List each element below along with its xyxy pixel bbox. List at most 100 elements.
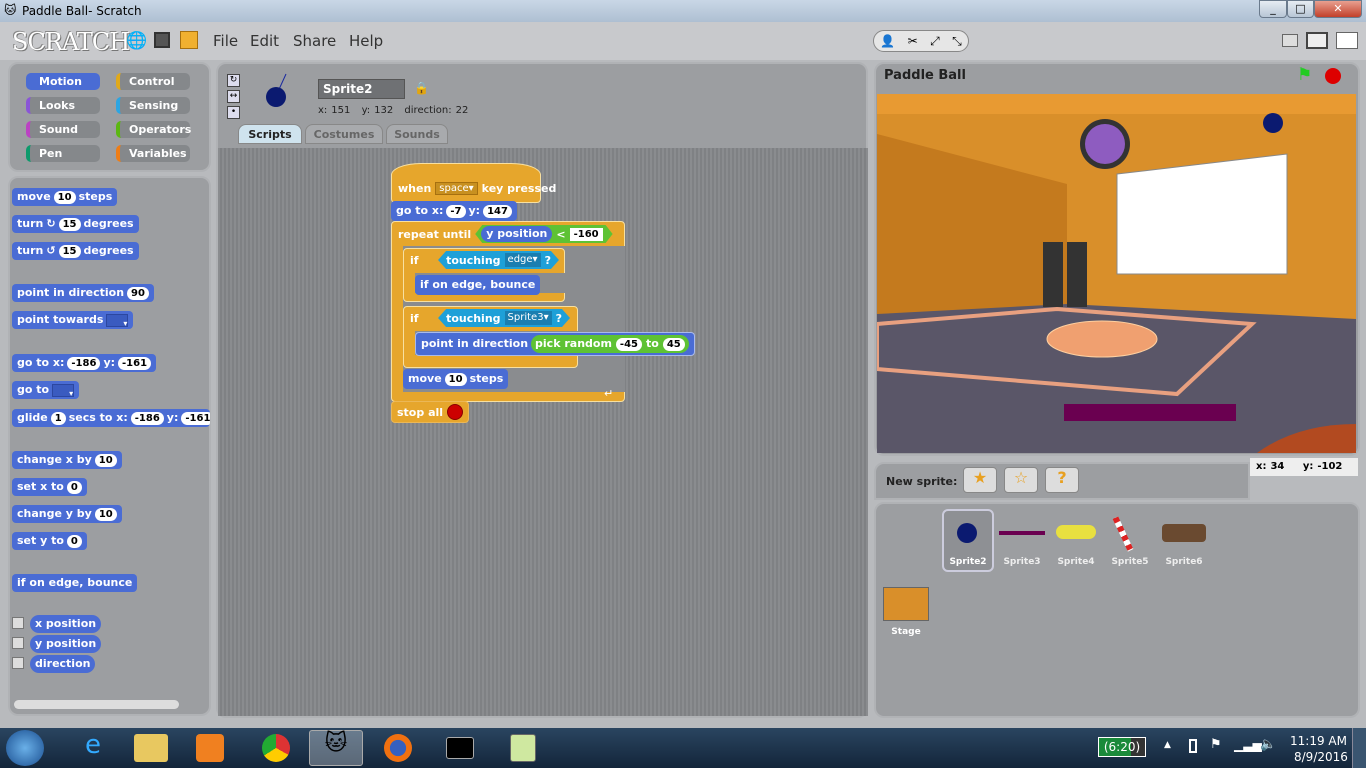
category-variables[interactable]: Variables bbox=[116, 145, 190, 162]
scratch-taskbar-icon[interactable]: 🐱 bbox=[309, 730, 363, 766]
sprite-name-field[interactable]: Sprite2 bbox=[318, 79, 405, 99]
menu-edit[interactable]: Edit bbox=[250, 32, 279, 50]
sprite-item-sprite3[interactable]: Sprite3 bbox=[996, 557, 1048, 567]
if-2-header: if touching Sprite3▾? bbox=[405, 308, 575, 328]
category-operators[interactable]: Operators bbox=[116, 121, 191, 138]
shrink-icon[interactable]: ⤡ bbox=[952, 34, 962, 49]
notepad-plus-icon[interactable] bbox=[510, 734, 536, 762]
block-change-y[interactable]: change y by 10 bbox=[12, 505, 122, 523]
reporter-x-position[interactable]: x position bbox=[30, 615, 102, 633]
chrome-icon[interactable] bbox=[262, 734, 290, 762]
no-rotate-icon[interactable]: • bbox=[227, 106, 240, 119]
category-pen[interactable]: Pen bbox=[26, 145, 100, 162]
less-than-operator[interactable]: y position < -160 bbox=[475, 225, 612, 243]
block-point-towards[interactable]: point towards ▾ bbox=[12, 311, 134, 329]
sprite-item-sprite5[interactable]: Sprite5 bbox=[1104, 557, 1156, 567]
block-go-to-xy[interactable]: go to x: -186 y: -161 bbox=[12, 354, 157, 372]
green-flag-icon[interactable]: ⚑ bbox=[1297, 65, 1312, 85]
clock-time[interactable]: 11:19 AM bbox=[1290, 734, 1347, 748]
block-if-on-edge-bounce[interactable]: if on edge, bounce bbox=[12, 574, 138, 592]
checkbox-x-position[interactable] bbox=[12, 617, 24, 629]
presentation-mode-icon[interactable] bbox=[1336, 32, 1358, 49]
close-button[interactable]: ✕ bbox=[1314, 0, 1362, 18]
normal-stage-icon[interactable] bbox=[1306, 32, 1328, 49]
block-turn-right[interactable]: turn ↻ 15 degrees bbox=[12, 215, 139, 233]
ie-icon[interactable]: e bbox=[66, 730, 120, 766]
dropdown[interactable]: ▾ bbox=[52, 383, 75, 398]
globe-icon[interactable]: 🌐 bbox=[126, 31, 147, 51]
checkbox-y-position[interactable] bbox=[12, 637, 24, 649]
block-point-in-direction[interactable]: point in direction 90 bbox=[12, 284, 154, 302]
ball-sprite bbox=[1263, 113, 1283, 133]
sprite-item-sprite4[interactable]: Sprite4 bbox=[1050, 557, 1102, 567]
maximize-button[interactable]: □ bbox=[1287, 0, 1314, 18]
cmd-icon[interactable] bbox=[446, 737, 474, 759]
block-move[interactable]: move 10 steps bbox=[12, 188, 118, 206]
go-to-xy-block[interactable]: go to x: -7 y: 147 bbox=[391, 201, 517, 221]
explorer-icon[interactable] bbox=[134, 734, 168, 762]
share-icon[interactable] bbox=[180, 31, 198, 49]
lock-icon[interactable]: 🔒 bbox=[414, 81, 429, 95]
tab-costumes[interactable]: Costumes bbox=[305, 124, 383, 144]
choose-sprite-button[interactable]: ☆ bbox=[1004, 467, 1038, 493]
menu-help[interactable]: Help bbox=[349, 32, 383, 50]
bounce-block[interactable]: if on edge, bounce bbox=[415, 275, 541, 295]
show-desktop-button[interactable] bbox=[1352, 728, 1366, 768]
palette-scrollbar[interactable] bbox=[14, 700, 179, 709]
duplicate-icon[interactable]: 👤 bbox=[880, 34, 895, 48]
media-player-icon[interactable] bbox=[196, 734, 224, 762]
category-sensing[interactable]: Sensing bbox=[116, 97, 190, 114]
category-motion[interactable]: Motion bbox=[26, 73, 100, 90]
menu-file[interactable]: File bbox=[213, 32, 238, 50]
sprite2-thumb bbox=[957, 523, 977, 543]
category-sound[interactable]: Sound bbox=[26, 121, 100, 138]
random-sprite-button[interactable]: ? bbox=[1045, 467, 1079, 493]
small-stage-icon[interactable] bbox=[1282, 34, 1298, 47]
stop-all-block[interactable]: stop all bbox=[391, 401, 470, 423]
touching-edge-block[interactable]: touching edge▾? bbox=[438, 251, 559, 269]
rotate-style-icon[interactable]: ↻ bbox=[227, 74, 240, 87]
touching-sprite3-block[interactable]: touching Sprite3▾? bbox=[438, 309, 570, 327]
minimize-button[interactable]: _ bbox=[1259, 0, 1287, 18]
battery-indicator[interactable]: (6:20) bbox=[1098, 737, 1146, 757]
when-key-pressed-block[interactable]: when space▾ key pressed bbox=[393, 178, 561, 198]
point-in-direction-block[interactable]: point in direction pick random -45 to 45 bbox=[415, 332, 695, 356]
block-turn-left[interactable]: turn ↺ 15 degrees bbox=[12, 242, 139, 260]
sprite-item-sprite6[interactable]: Sprite6 bbox=[1158, 557, 1210, 567]
clock-date[interactable]: 8/9/2016 bbox=[1294, 750, 1348, 764]
show-hidden-icons[interactable]: ▲ bbox=[1164, 740, 1171, 750]
action-center-icon[interactable]: ⚑ bbox=[1210, 737, 1222, 752]
block-set-x[interactable]: set x to 0 bbox=[12, 478, 87, 496]
sprite-item-sprite2[interactable]: Sprite2 bbox=[942, 557, 994, 567]
category-looks[interactable]: Looks bbox=[26, 97, 100, 114]
key-dropdown[interactable]: space▾ bbox=[435, 181, 478, 195]
grow-icon[interactable]: ⤢ bbox=[930, 34, 940, 49]
stop-sign-icon[interactable] bbox=[1325, 68, 1341, 84]
category-control[interactable]: Control bbox=[116, 73, 190, 90]
start-button[interactable] bbox=[6, 730, 44, 766]
dropdown[interactable]: ▾ bbox=[106, 313, 129, 328]
tab-sounds[interactable]: Sounds bbox=[386, 124, 448, 144]
volume-icon[interactable]: 🔈 bbox=[1260, 737, 1276, 752]
block-change-x[interactable]: change x by 10 bbox=[12, 451, 122, 469]
flip-style-icon[interactable]: ↔ bbox=[227, 90, 240, 103]
menu-share[interactable]: Share bbox=[293, 32, 336, 50]
stage-label: Stage bbox=[891, 627, 921, 637]
block-glide[interactable]: glide 1 secs to x: -186 y: -161 bbox=[12, 409, 210, 427]
tab-scripts[interactable]: Scripts bbox=[238, 124, 302, 144]
save-icon[interactable] bbox=[154, 32, 170, 48]
checkbox-direction[interactable] bbox=[12, 657, 24, 669]
firefox-icon[interactable] bbox=[384, 734, 412, 762]
block-set-y[interactable]: set y to 0 bbox=[12, 532, 87, 550]
pick-random-block[interactable]: pick random -45 to 45 bbox=[531, 335, 689, 353]
reporter-direction[interactable]: direction bbox=[30, 655, 96, 673]
power-icon[interactable] bbox=[1189, 739, 1197, 753]
stage-thumbnail[interactable] bbox=[883, 587, 929, 621]
paint-sprite-button[interactable]: ★ bbox=[963, 467, 997, 493]
move-steps-block[interactable]: move 10 steps bbox=[403, 369, 509, 389]
block-go-to[interactable]: go to ▾ bbox=[12, 381, 80, 399]
reporter-y-position[interactable]: y position bbox=[30, 635, 102, 653]
stage-canvas[interactable] bbox=[877, 94, 1356, 453]
network-icon[interactable]: ▁▃▅ bbox=[1234, 738, 1262, 752]
delete-icon[interactable]: ✂ bbox=[908, 34, 918, 48]
